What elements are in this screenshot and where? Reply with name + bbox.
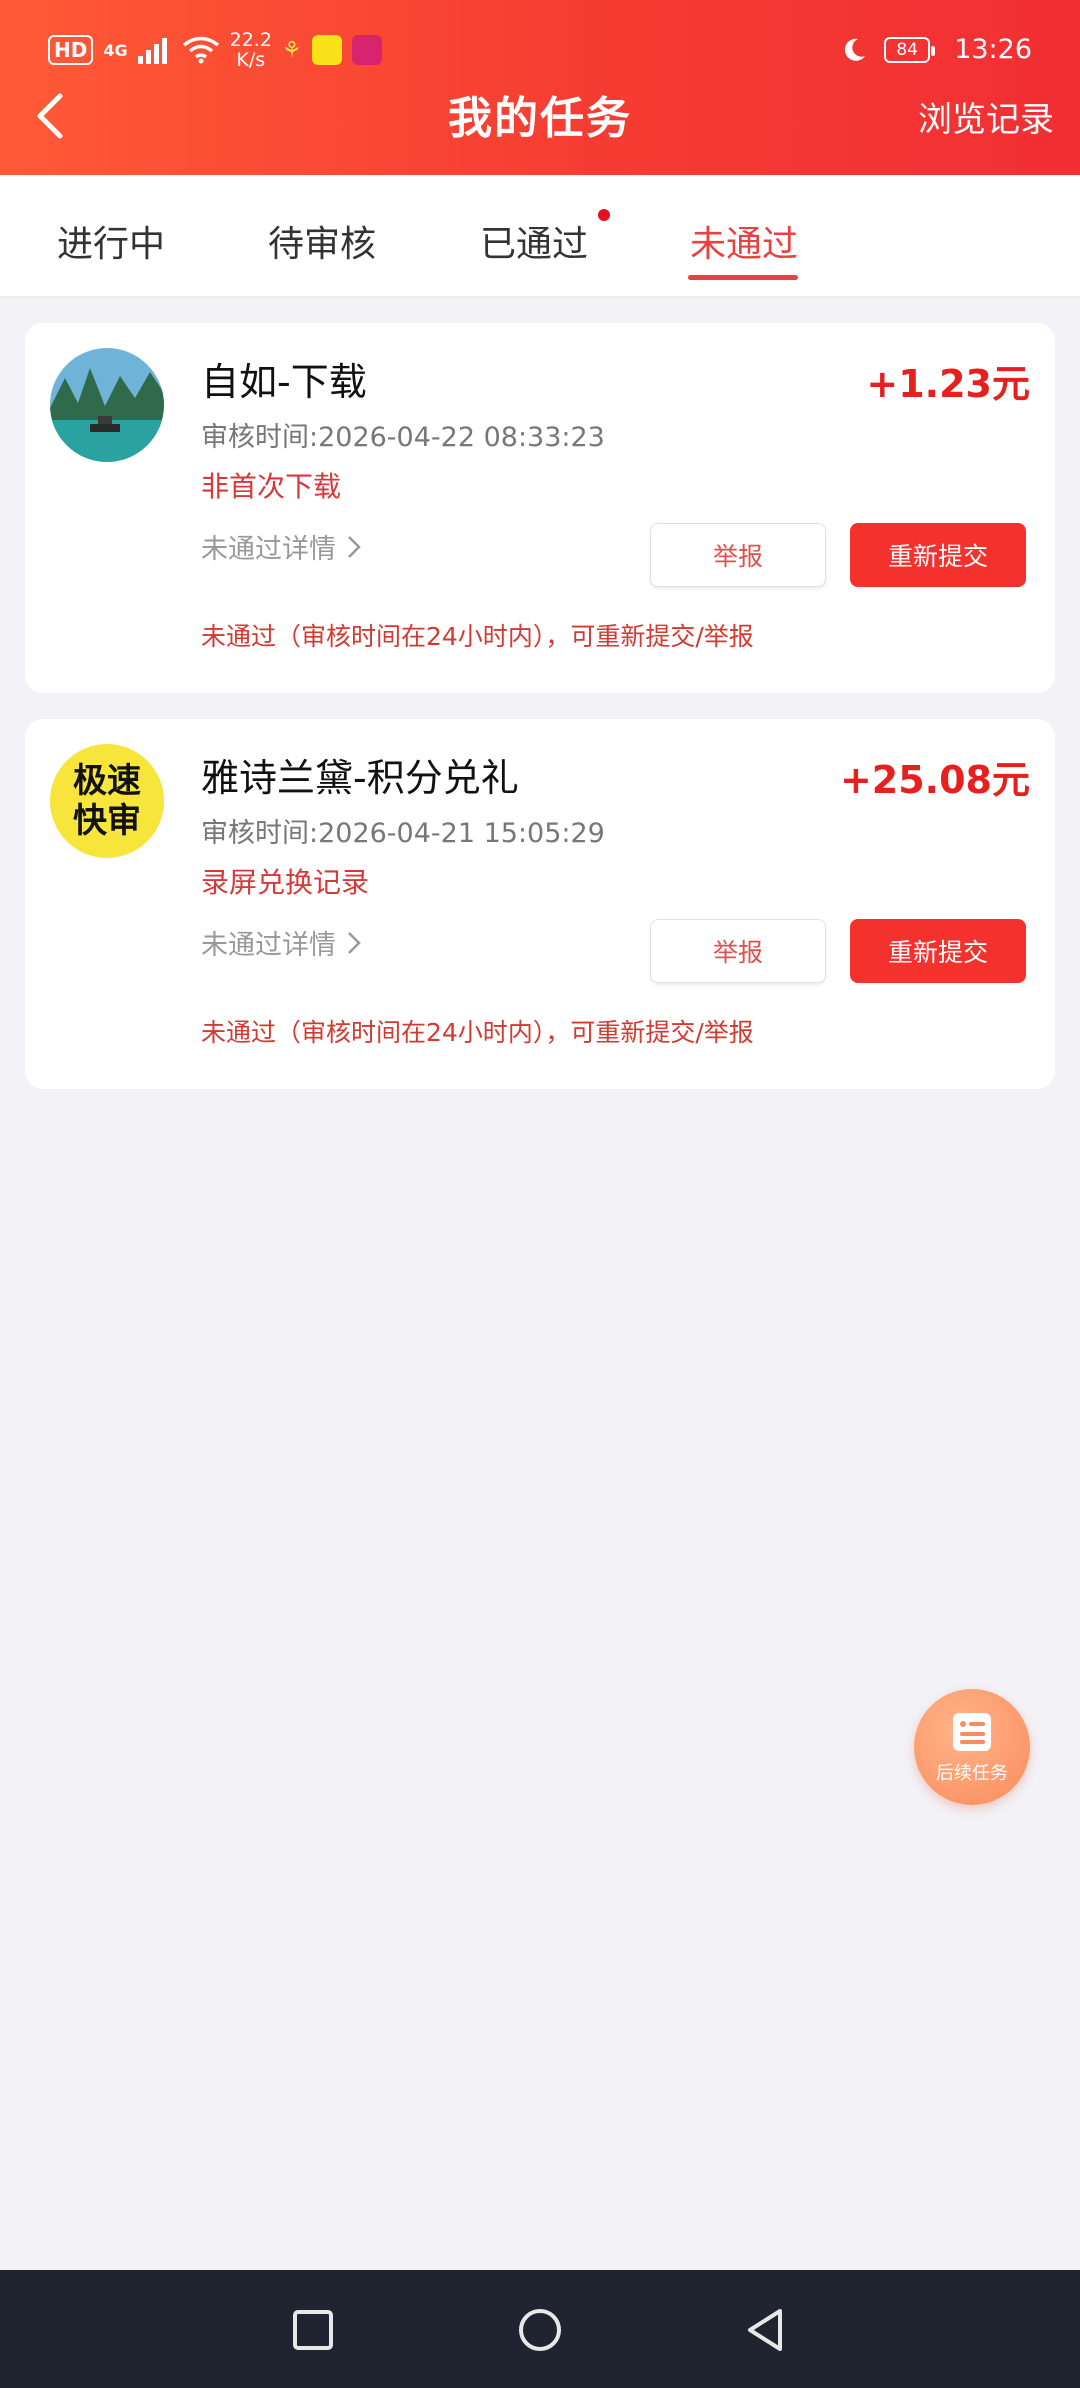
system-navigation-bar <box>0 2270 1080 2388</box>
chevron-right-icon <box>348 535 361 558</box>
hd-icon: HD <box>48 35 94 65</box>
battery-icon: 84 <box>884 36 936 63</box>
rejection-detail-link[interactable]: 未通过详情 <box>201 923 364 962</box>
task-reward: +1.23元 <box>866 362 1030 406</box>
clock: 13:26 <box>954 34 1032 65</box>
moon-icon <box>845 38 866 61</box>
review-time: 审核时间:2026-04-22 08:33:23 <box>201 422 605 453</box>
network-type: 4G <box>103 40 128 60</box>
detail-link-label: 未通过详情 <box>201 930 336 961</box>
task-avatar <box>50 348 164 462</box>
chevron-right-icon <box>348 931 361 954</box>
notification-dot <box>598 209 610 221</box>
rejection-reason: 非首次下载 <box>201 470 342 503</box>
tab-rejected[interactable]: 未通过 <box>690 215 798 267</box>
task-avatar: 极速 快审 <box>50 744 164 858</box>
app-header: HD 4G 22.2 K/s ⚘ 84 13:26 我的任务 浏览记录 <box>0 0 1080 175</box>
active-tab-indicator <box>688 275 798 280</box>
app-icon-yellow <box>311 35 342 65</box>
rejection-detail-link[interactable]: 未通过详情 <box>201 527 364 566</box>
task-card[interactable]: 自如-下载 +1.23元 审核时间:2026-04-22 08:33:23 非首… <box>25 323 1055 693</box>
detail-link-label: 未通过详情 <box>201 534 336 565</box>
task-title: 自如-下载 <box>201 360 367 404</box>
review-time: 审核时间:2026-04-21 15:05:29 <box>201 818 605 849</box>
follow-up-tasks-label: 后续任务 <box>936 1763 1008 1784</box>
resubmit-button[interactable]: 重新提交 <box>850 919 1026 983</box>
document-icon <box>953 1713 991 1751</box>
browse-history-link[interactable]: 浏览记录 <box>918 92 1054 141</box>
task-title: 雅诗兰黛-积分兑礼 <box>201 756 519 800</box>
wifi-icon <box>182 36 219 64</box>
app-icon-pink <box>351 35 382 65</box>
recent-apps-icon[interactable] <box>283 2300 343 2360</box>
report-button[interactable]: 举报 <box>650 523 826 587</box>
home-icon[interactable] <box>510 2300 570 2360</box>
tab-pending-review[interactable]: 待审核 <box>268 215 376 267</box>
avatar-text-bottom: 快审 <box>73 801 141 841</box>
rejection-reason: 录屏兑换记录 <box>201 866 370 899</box>
app-notification-icon: ⚘ <box>281 37 302 63</box>
signal-icon <box>137 38 167 64</box>
network-speed: 22.2 K/s <box>229 29 272 71</box>
avatar-text-top: 极速 <box>73 761 141 801</box>
report-button[interactable]: 举报 <box>650 919 826 983</box>
rejection-note: 未通过（审核时间在24小时内），可重新提交/举报 <box>201 1018 754 1047</box>
tab-in-progress[interactable]: 进行中 <box>57 215 165 267</box>
resubmit-button[interactable]: 重新提交 <box>850 523 1026 587</box>
task-reward: +25.08元 <box>839 758 1030 802</box>
follow-up-tasks-button[interactable]: 后续任务 <box>914 1689 1030 1805</box>
back-icon[interactable] <box>736 2300 796 2360</box>
tab-approved[interactable]: 已通过 <box>480 215 588 267</box>
rejection-note: 未通过（审核时间在24小时内），可重新提交/举报 <box>201 622 754 651</box>
task-card[interactable]: 极速 快审 雅诗兰黛-积分兑礼 +25.08元 审核时间:2026-04-21 … <box>25 719 1055 1089</box>
status-tabs: 进行中 待审核 已通过 未通过 <box>0 175 1080 298</box>
